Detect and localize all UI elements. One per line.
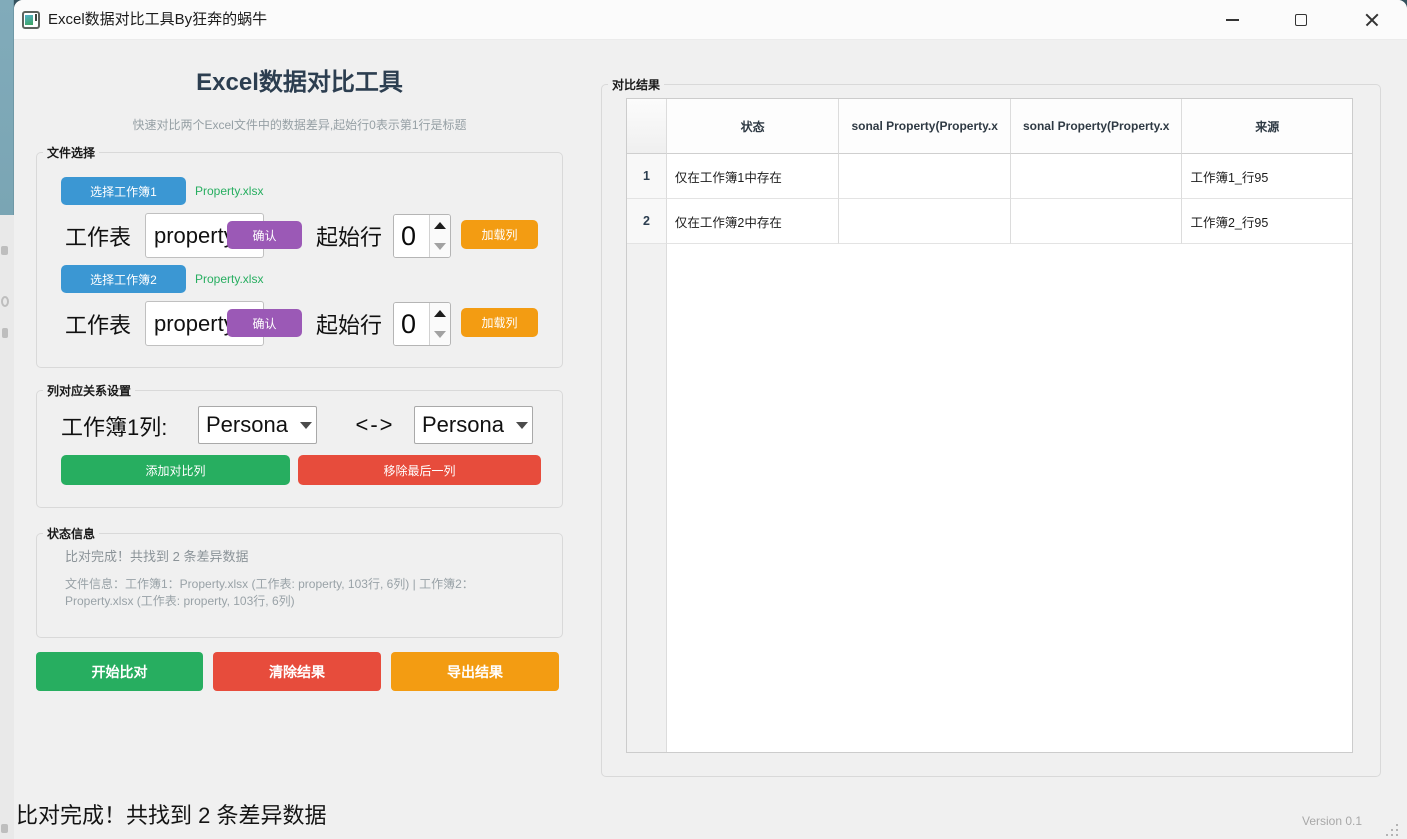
- page-title: Excel数据对比工具: [36, 62, 563, 97]
- app-icon: [22, 11, 40, 29]
- column-mapping-group-title: 列对应关系设置: [43, 382, 135, 399]
- results-group-title: 对比结果: [608, 76, 664, 93]
- start-compare-button[interactable]: 开始比对: [36, 652, 203, 691]
- maximize-button[interactable]: [1277, 0, 1325, 40]
- cell-book1-value: [839, 199, 1011, 244]
- close-button[interactable]: [1348, 0, 1396, 40]
- arrow-up-icon: [434, 222, 446, 229]
- row-number: 2: [627, 199, 667, 244]
- header-source[interactable]: 来源: [1182, 99, 1352, 154]
- row-header-filler: [627, 244, 667, 752]
- window-title: Excel数据对比工具By狂奔的蜗牛: [48, 0, 267, 40]
- background-artifact: [2, 328, 8, 338]
- app-icon-fill: [25, 15, 33, 25]
- workbook1-column-label: 工作簿1列:: [61, 407, 167, 445]
- file-selection-group-title: 文件选择: [43, 144, 99, 161]
- start-row2-spinner[interactable]: [393, 302, 451, 346]
- add-column-pair-button[interactable]: 添加对比列: [61, 455, 290, 485]
- table-row[interactable]: 1 仅在工作簿1中存在 工作簿1_行95: [627, 154, 1352, 199]
- chevron-down-icon: [300, 422, 312, 429]
- confirm-sheet1-button[interactable]: 确认: [227, 221, 302, 249]
- corner-header-cell[interactable]: [627, 99, 667, 154]
- file-selection-group: 文件选择 选择工作簿1 Property.xlsx 工作表 确认 起始行 加载列…: [36, 152, 563, 368]
- chevron-down-icon: [516, 422, 528, 429]
- header-book2-column[interactable]: sonal Property(Property.x: [1011, 99, 1183, 154]
- export-results-button[interactable]: 导出结果: [391, 652, 559, 691]
- status-info-group: 状态信息 比对完成！共找到 2 条差异数据 文件信息：工作簿1：Property…: [36, 533, 563, 638]
- mapping-arrow: <->: [335, 406, 415, 444]
- start-row1-spinner[interactable]: [393, 214, 451, 258]
- start-row1-arrows: [429, 215, 450, 257]
- results-table: 状态 sonal Property(Property.x sonal Prope…: [626, 98, 1353, 753]
- spin-up-button[interactable]: [430, 303, 450, 324]
- start-row1-label: 起始行: [316, 213, 382, 258]
- sheet2-label: 工作表: [65, 301, 131, 346]
- maximize-icon: [1295, 14, 1307, 26]
- start-row1-input[interactable]: [394, 215, 429, 257]
- statusbar-message: 比对完成！共找到 2 条差异数据: [16, 798, 326, 830]
- results-group: 对比结果 状态 sonal Property(Property.x sonal …: [601, 84, 1381, 777]
- header-book1-column[interactable]: sonal Property(Property.x: [839, 99, 1011, 154]
- select-workbook2-button[interactable]: 选择工作簿2: [61, 265, 186, 293]
- start-row2-label: 起始行: [316, 301, 382, 346]
- sheet1-label: 工作表: [65, 213, 131, 258]
- start-row2-input[interactable]: [394, 303, 429, 345]
- arrow-down-icon: [434, 243, 446, 250]
- background-artifact: [1, 824, 8, 833]
- resize-grip[interactable]: [1386, 824, 1398, 836]
- status-info-group-title: 状态信息: [43, 525, 99, 542]
- app-icon-tick: [35, 14, 37, 21]
- title-bar[interactable]: Excel数据对比工具By狂奔的蜗牛: [14, 0, 1407, 40]
- column-mapping-group: 列对应关系设置 工作簿1列: Persona <-> Persona 添加对比列…: [36, 390, 563, 508]
- cell-status: 仅在工作簿2中存在: [667, 199, 840, 244]
- workbook1-filename: Property.xlsx: [195, 184, 263, 198]
- select-workbook1-button[interactable]: 选择工作簿1: [61, 177, 186, 205]
- minimize-icon: [1226, 19, 1239, 21]
- arrow-down-icon: [434, 331, 446, 338]
- status-message: 比对完成！共找到 2 条差异数据: [65, 546, 248, 565]
- background-teal-strip: [0, 0, 14, 215]
- table-empty-area: [627, 244, 1352, 752]
- cell-book1-value: [839, 154, 1011, 199]
- app-window: Excel数据对比工具By狂奔的蜗牛 Excel数据对比工具 快速对比两个Exc…: [14, 0, 1407, 839]
- close-icon: [1364, 12, 1380, 28]
- cell-source: 工作簿2_行95: [1182, 199, 1352, 244]
- cell-book2-value: [1011, 154, 1183, 199]
- table-row[interactable]: 2 仅在工作簿2中存在 工作簿2_行95: [627, 199, 1352, 244]
- workbook1-column-value: Persona: [206, 412, 298, 438]
- load-columns1-button[interactable]: 加载列: [461, 220, 538, 249]
- background-window-sliver: [0, 0, 14, 839]
- header-status[interactable]: 状态: [667, 99, 840, 154]
- table-viewport-filler: [667, 244, 1352, 752]
- spin-up-button[interactable]: [430, 215, 450, 236]
- workbook1-column-select[interactable]: Persona: [198, 406, 317, 444]
- spin-down-button[interactable]: [430, 324, 450, 345]
- start-row2-arrows: [429, 303, 450, 345]
- page-subtitle: 快速对比两个Excel文件中的数据差异,起始行0表示第1行是标题: [36, 116, 563, 133]
- row-number: 1: [627, 154, 667, 199]
- background-artifact: [1, 296, 9, 307]
- version-label: Version 0.1: [1302, 814, 1362, 828]
- table-header-row: 状态 sonal Property(Property.x sonal Prope…: [627, 99, 1352, 154]
- minimize-button[interactable]: [1208, 0, 1256, 40]
- workbook2-column-select[interactable]: Persona: [414, 406, 533, 444]
- cell-status: 仅在工作簿1中存在: [667, 154, 840, 199]
- arrow-up-icon: [434, 310, 446, 317]
- clear-results-button[interactable]: 清除结果: [213, 652, 381, 691]
- spin-down-button[interactable]: [430, 236, 450, 257]
- background-artifact: [1, 246, 8, 255]
- remove-last-column-button[interactable]: 移除最后一列: [298, 455, 541, 485]
- file-info-text: 文件信息：工作簿1：Property.xlsx (工作表: property, …: [65, 576, 535, 610]
- workbook2-column-value: Persona: [422, 412, 514, 438]
- confirm-sheet2-button[interactable]: 确认: [227, 309, 302, 337]
- load-columns2-button[interactable]: 加载列: [461, 308, 538, 337]
- workbook2-filename: Property.xlsx: [195, 272, 263, 286]
- cell-book2-value: [1011, 199, 1183, 244]
- cell-source: 工作簿1_行95: [1182, 154, 1352, 199]
